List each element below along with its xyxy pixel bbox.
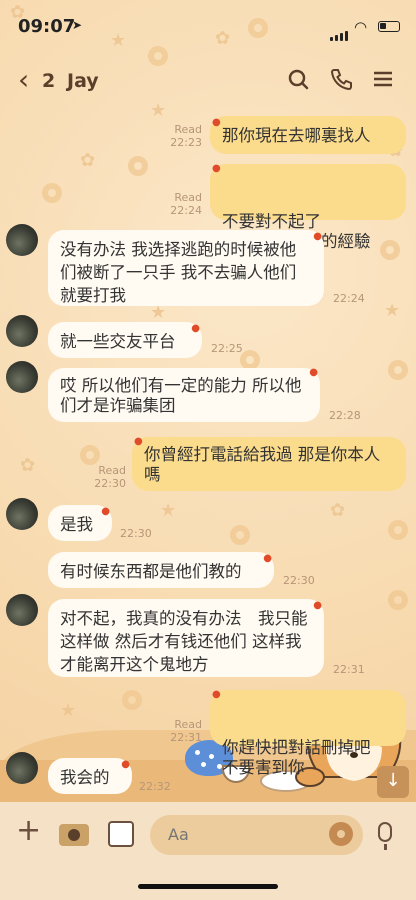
cherry-icon: ● — [212, 117, 221, 128]
avatar[interactable] — [6, 752, 38, 784]
emoji-icon[interactable] — [329, 822, 353, 846]
message-time: 22:23 — [170, 136, 202, 149]
incoming-message[interactable]: ● 没有办法 我选择逃跑的时候被他们被断了一只手 我不去骗人他们就要打我 — [48, 230, 324, 306]
signal-icon — [330, 22, 350, 41]
status-bar: 09:07 ➤ ◠ — [0, 0, 416, 50]
cherry-icon: ● — [101, 506, 110, 517]
chat-title: Jay — [67, 70, 99, 92]
message-time: 22:24 — [170, 204, 202, 217]
avatar[interactable] — [6, 315, 38, 347]
message-time: 22:31 — [170, 731, 202, 744]
outgoing-message[interactable]: ● 你趕快把對話刪掉吧 不要害到你 — [210, 689, 406, 777]
incoming-message[interactable]: ● 对不起，我真的没有办法 我只能这样做 然后才有钱还他们 这样我才能离开这个鬼… — [48, 599, 324, 677]
microphone-icon[interactable] — [378, 822, 392, 842]
chat-screen: ✿ ★ ✿ ★ ✿ ✿ ★ ✿ ★ ✿ ★ ✿ ★ ✿ ★ 09:07 ➤ ◠ — [0, 0, 416, 900]
cherry-icon: ● — [134, 436, 143, 447]
message-text: 就一些交友平台 — [60, 332, 176, 351]
message-time: 22:30 — [120, 527, 152, 540]
message-time: 22:32 — [139, 780, 171, 793]
message-time: 22:28 — [329, 409, 361, 422]
cherry-icon: ● — [313, 231, 322, 242]
wifi-icon: ◠ — [354, 18, 368, 36]
message-text: 哎 所以他们有一定的能力 所以他们才是诈骗集团 — [60, 376, 302, 415]
outgoing-message[interactable]: ● 不要對不起了 這也是我學到的經驗 — [210, 163, 406, 251]
battery-icon — [378, 21, 400, 32]
incoming-message[interactable]: ● 我会的 — [48, 758, 132, 794]
message-text: 我会的 — [60, 768, 110, 787]
avatar[interactable] — [6, 361, 38, 393]
phone-icon[interactable] — [328, 66, 354, 92]
arrow-down-icon[interactable]: ↓ — [377, 766, 409, 798]
cherry-icon: ● — [212, 163, 221, 174]
cherry-icon: ● — [309, 367, 318, 378]
gallery-icon[interactable] — [108, 821, 134, 847]
message-text: 是我 — [60, 515, 93, 534]
message-time: 22:24 — [333, 292, 365, 305]
read-receipt: Read — [98, 464, 126, 477]
cherry-icon: ● — [191, 323, 200, 334]
message-time: 22:31 — [333, 663, 365, 676]
message-text: 没有办法 我选择逃跑的时候被他们被断了一只手 我不去骗人他们就要打我 — [60, 240, 297, 305]
chat-header: ‹ 2 Jay — [0, 58, 416, 102]
incoming-message[interactable]: ● 有时候东西都是他们教的 — [48, 552, 274, 588]
search-icon[interactable] — [284, 66, 310, 92]
read-receipt: Read — [174, 123, 202, 136]
message-time: 22:30 — [283, 574, 315, 587]
cherry-icon: ● — [263, 553, 272, 564]
home-indicator[interactable] — [138, 884, 278, 889]
incoming-message[interactable]: ● 是我 — [48, 505, 112, 541]
plus-icon[interactable]: + — [16, 816, 41, 846]
outgoing-message[interactable]: ● 你曾經打電話給我過 那是你本人嗎 — [132, 436, 406, 491]
avatar[interactable] — [6, 594, 38, 626]
message-text: 那你現在去哪裏找人 — [222, 126, 371, 145]
menu-icon[interactable] — [370, 66, 396, 92]
microphone-stand — [384, 844, 387, 850]
cherry-icon: ● — [313, 600, 322, 611]
avatar[interactable] — [6, 224, 38, 256]
message-text: 有时候东西都是他们教的 — [60, 562, 242, 581]
avatar[interactable] — [6, 498, 38, 530]
status-time: 09:07 — [18, 16, 76, 37]
read-receipt: Read — [174, 191, 202, 204]
outgoing-message[interactable]: ● 那你現在去哪裏找人 — [210, 116, 406, 154]
chevron-left-icon[interactable]: ‹ — [18, 66, 29, 94]
cherry-icon: ● — [212, 689, 221, 700]
incoming-message[interactable]: ● 哎 所以他们有一定的能力 所以他们才是诈骗集团 — [48, 367, 320, 422]
message-time: 22:30 — [94, 477, 126, 490]
unread-count[interactable]: 2 — [42, 70, 55, 92]
message-time: 22:25 — [211, 342, 243, 355]
incoming-message[interactable]: ● 就一些交友平台 — [48, 322, 202, 358]
location-arrow-icon: ➤ — [72, 18, 83, 32]
camera-icon[interactable] — [59, 824, 89, 846]
message-text: 对不起，我真的没有办法 我只能这样做 然后才有钱还他们 这样我才能离开这个鬼地方 — [60, 609, 308, 674]
message-text: 你曾經打電話給我過 那是你本人嗎 — [144, 445, 381, 484]
cherry-icon: ● — [121, 759, 130, 770]
read-receipt: Read — [174, 718, 202, 731]
